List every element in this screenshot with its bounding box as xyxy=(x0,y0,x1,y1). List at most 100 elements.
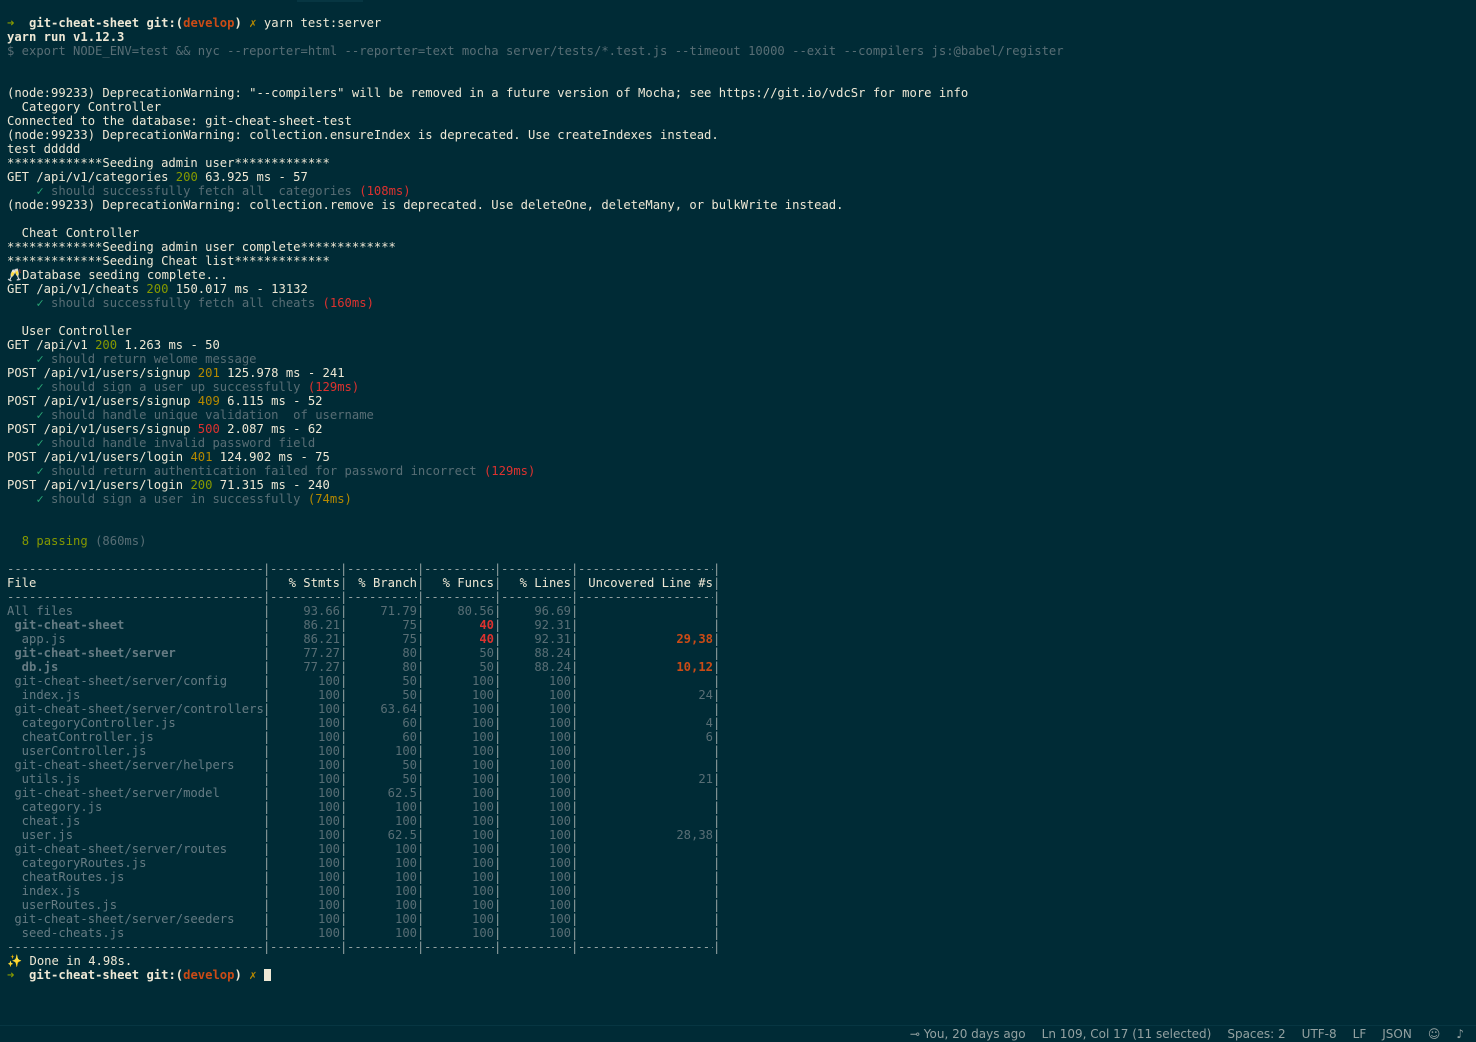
git-suffix: ) xyxy=(234,968,242,982)
coverage-row: git-cheat-sheet/server/config | 100 | 50 | 100… xyxy=(7,674,1476,688)
smiley-icon[interactable]: ☺ xyxy=(1428,1027,1441,1041)
column-separator: | xyxy=(417,758,424,772)
coverage-row: cheatRoutes.js | 100 | 100 | 100 | 100 | | xyxy=(7,870,1476,884)
language-mode[interactable]: JSON xyxy=(1382,1027,1412,1041)
coverage-table: ----------------------------------------… xyxy=(7,562,1476,954)
command-text: yarn test:server xyxy=(263,16,382,30)
column-separator: | xyxy=(494,646,501,660)
coverage-file: index.js xyxy=(7,884,81,898)
coverage-stmts: 100 xyxy=(317,730,340,744)
coverage-lines: 100 xyxy=(548,716,571,730)
command-line: ➜ git-cheat-sheet git:(develop) ✗ yarn t… xyxy=(7,16,1476,30)
encoding[interactable]: UTF-8 xyxy=(1302,1027,1337,1041)
column-separator: | xyxy=(571,856,578,870)
terminal-output[interactable]: ➜ git-cheat-sheet git:(develop) ✗ yarn t… xyxy=(7,16,1476,982)
column-separator: | xyxy=(340,688,347,702)
passing-count: 8 passing xyxy=(21,534,88,548)
coverage-file: app.js xyxy=(7,632,66,646)
table-header-row: File |% Stmts |% Branch |% Funcs |% Lines | Un… xyxy=(7,576,1476,590)
end-of-line[interactable]: LF xyxy=(1353,1027,1367,1041)
table-border-segment: ----------------------------------------… xyxy=(347,590,417,604)
coverage-row: categoryController.js | 100 | 60 | 100 | 100 | 4 | xyxy=(7,716,1476,730)
coverage-uncovered xyxy=(578,618,713,632)
request-method: POST /api/v1/users/signup xyxy=(7,366,198,380)
coverage-stmts: 100 xyxy=(317,828,340,842)
coverage-file: userRoutes.js xyxy=(7,898,118,912)
column-separator: | xyxy=(713,926,720,940)
coverage-uncovered xyxy=(578,912,713,926)
column-separator: | xyxy=(263,926,270,940)
request-timing: 2.087 ms - 62 xyxy=(219,422,323,436)
test-title: should return welome message xyxy=(51,352,257,366)
coverage-funcs: 100 xyxy=(471,716,494,730)
column-separator: | xyxy=(713,814,720,828)
column-separator: | xyxy=(340,884,347,898)
request-log: GET /api/v1/categories 200 63.925 ms - 5… xyxy=(7,170,1476,184)
coverage-uncovered xyxy=(578,842,713,856)
coverage-file: All files xyxy=(7,604,74,618)
column-separator: | xyxy=(571,828,578,842)
table-border-segment: ----------------------------------------… xyxy=(7,590,263,604)
check-icon: ✓ xyxy=(36,408,44,422)
cursor-position[interactable]: Ln 109, Col 17 (11 selected) xyxy=(1042,1027,1212,1041)
column-separator: | xyxy=(713,884,720,898)
coverage-branch: 100 xyxy=(394,870,417,884)
column-separator: | xyxy=(713,758,720,772)
column-separator: | xyxy=(494,604,501,618)
coverage-lines: 88.24 xyxy=(534,660,571,674)
column-separator: | xyxy=(494,576,501,590)
coverage-funcs: 100 xyxy=(471,856,494,870)
column-separator: | xyxy=(417,786,424,800)
coverage-funcs: 100 xyxy=(471,674,494,688)
coverage-funcs: 100 xyxy=(471,800,494,814)
coverage-stmts: 77.27 xyxy=(303,660,340,674)
terminal-cursor[interactable] xyxy=(263,969,271,981)
coverage-file: userController.js xyxy=(7,744,147,758)
test-title: should sign a user up successfully xyxy=(51,380,308,394)
coverage-row: user.js | 100 | 62.5 | 100 | 100 | 28,38 | xyxy=(7,828,1476,842)
test-title: should handle unique validation of usern… xyxy=(51,408,374,422)
coverage-uncovered xyxy=(578,646,713,660)
test-pass: ✓ should successfully fetch all cheats (… xyxy=(7,296,1476,310)
column-separator: | xyxy=(417,926,424,940)
coverage-branch: 100 xyxy=(394,856,417,870)
passing-duration: (860ms) xyxy=(87,534,147,548)
coverage-lines: 100 xyxy=(548,800,571,814)
coverage-branch: 60 xyxy=(402,730,417,744)
column-separator: | xyxy=(340,744,347,758)
coverage-uncovered: 6 xyxy=(705,730,713,744)
column-separator: | xyxy=(263,702,270,716)
column-separator: | xyxy=(340,674,347,688)
coverage-funcs: 100 xyxy=(471,842,494,856)
final-prompt-line[interactable]: ➜ git-cheat-sheet git:(develop) ✗ xyxy=(7,968,1476,982)
request-log: POST /api/v1/users/signup 500 2.087 ms -… xyxy=(7,422,1476,436)
request-method: GET /api/v1/categories xyxy=(7,170,176,184)
table-border-segment: | xyxy=(263,590,270,604)
column-separator: | xyxy=(417,828,424,842)
coverage-row: category.js | 100 | 100 | 100 | 100 | | xyxy=(7,800,1476,814)
indentation[interactable]: Spaces: 2 xyxy=(1227,1027,1285,1041)
coverage-uncovered: 29,38 xyxy=(676,632,713,646)
deprecation-warning-remove: (node:99233) DeprecationWarning: collect… xyxy=(7,198,844,212)
coverage-branch: 100 xyxy=(394,912,417,926)
coverage-stmts: 86.21 xyxy=(303,618,340,632)
request-timing: 71.315 ms - 240 xyxy=(212,478,330,492)
column-separator: | xyxy=(571,842,578,856)
coverage-funcs: 100 xyxy=(471,702,494,716)
table-border-segment: ----------------------------------------… xyxy=(347,940,417,954)
coverage-stmts: 100 xyxy=(317,870,340,884)
column-separator: | xyxy=(340,702,347,716)
column-separator: | xyxy=(417,856,424,870)
column-separator: | xyxy=(417,772,424,786)
column-separator: | xyxy=(263,842,270,856)
column-separator: | xyxy=(571,912,578,926)
column-separator: | xyxy=(571,926,578,940)
prompt-dir: git-cheat-sheet xyxy=(29,968,140,982)
request-timing: 63.925 ms - 57 xyxy=(197,170,308,184)
coverage-uncovered xyxy=(578,898,713,912)
prompt-dir: git-cheat-sheet xyxy=(29,16,140,30)
coverage-branch: 50 xyxy=(402,758,417,772)
git-blame-item[interactable]: ⊸ You, 20 days ago xyxy=(910,1027,1026,1041)
bell-icon[interactable]: ♪ xyxy=(1456,1027,1464,1041)
